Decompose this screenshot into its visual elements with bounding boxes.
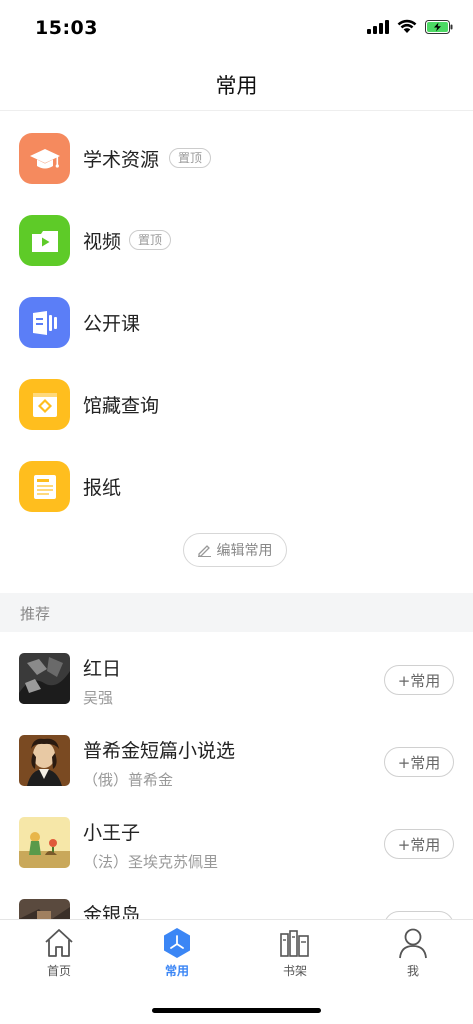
book-cover	[19, 899, 70, 919]
favorite-item-academic-resources[interactable]: 学术资源 置顶	[0, 118, 473, 200]
favorite-label: 学术资源	[83, 149, 160, 171]
favorite-item-video[interactable]: 视频 置顶	[0, 200, 473, 282]
pinned-badge: 置顶	[169, 148, 212, 168]
add-to-favorites-button[interactable]: +常用	[384, 665, 454, 695]
tab-home[interactable]: 首页	[0, 926, 118, 979]
tab-label: 常用	[164, 964, 189, 978]
newspaper-icon	[19, 461, 70, 512]
book-author: （俄）普希金	[83, 771, 174, 789]
edit-favorites-button[interactable]: 编辑常用	[183, 533, 287, 567]
book-cover	[19, 735, 70, 786]
tab-me[interactable]: 我	[354, 926, 472, 979]
list-item[interactable]: 普希金短篇小说选 （俄）普希金 +常用	[0, 714, 473, 796]
favorite-item-newspaper[interactable]: 报纸	[0, 446, 473, 528]
recommend-list: 红日 吴强 +常用 普希金短篇小说选 （俄）普希金 +常用 小王子 （法）圣埃克…	[0, 632, 473, 919]
video-play-icon	[19, 215, 70, 266]
add-to-favorites-button[interactable]: +常用	[384, 829, 454, 859]
home-icon	[45, 929, 73, 957]
wifi-icon	[397, 19, 417, 33]
tab-bookshelf[interactable]: 书架	[236, 926, 354, 979]
add-to-favorites-button[interactable]: +常用	[384, 747, 454, 777]
book-author: （法）圣埃克苏佩里	[83, 853, 219, 871]
book-title: 红日	[83, 658, 122, 680]
favorite-label: 馆藏查询	[83, 395, 160, 417]
section-title: 推荐	[20, 605, 51, 623]
list-item[interactable]: 小王子 （法）圣埃克苏佩里 +常用	[0, 796, 473, 878]
bookshelf-icon	[280, 930, 309, 957]
pencil-icon	[197, 544, 211, 557]
book-author: 吴强	[83, 689, 114, 707]
favorite-label: 公开课	[83, 313, 141, 335]
status-time: 15:03	[35, 17, 98, 39]
tab-label: 书架	[282, 964, 307, 978]
add-to-favorites-button[interactable]: +常用	[384, 911, 454, 919]
edit-favorites-label: 编辑常用	[216, 543, 273, 559]
book-cover	[19, 817, 70, 868]
page-title: 常用	[215, 74, 258, 98]
graduation-cap-icon	[19, 133, 70, 184]
list-item[interactable]: 金银岛 +常用	[0, 878, 473, 919]
tab-label: 我	[406, 964, 419, 978]
favorite-item-open-course[interactable]: 公开课	[0, 282, 473, 364]
book-cover	[19, 653, 70, 704]
nav-bar: 常用	[0, 56, 473, 111]
person-icon	[399, 928, 427, 959]
book-title: 金银岛	[83, 904, 141, 919]
recommend-section-header: 推荐	[0, 593, 473, 632]
favorite-item-library-catalog[interactable]: 馆藏查询	[0, 364, 473, 446]
status-bar: 15:03	[0, 0, 473, 56]
favorites-list: 学术资源 置顶 视频 置顶 公开课 馆藏查询 报纸	[0, 118, 473, 528]
favorite-label: 视频	[83, 231, 122, 253]
library-catalog-icon	[19, 379, 70, 430]
pinned-badge: 置顶	[129, 230, 172, 250]
battery-charging-icon	[425, 19, 453, 34]
book-title: 普希金短篇小说选	[83, 740, 236, 762]
favorite-label: 报纸	[83, 477, 122, 499]
home-indicator	[152, 1008, 321, 1013]
tab-label: 首页	[46, 964, 71, 978]
hexagon-icon	[164, 928, 190, 958]
open-course-icon	[19, 297, 70, 348]
signal-icon	[367, 19, 389, 34]
tab-favorites[interactable]: 常用	[118, 926, 236, 979]
list-item[interactable]: 红日 吴强 +常用	[0, 632, 473, 714]
status-icons	[367, 19, 453, 34]
book-title: 小王子	[83, 822, 141, 844]
